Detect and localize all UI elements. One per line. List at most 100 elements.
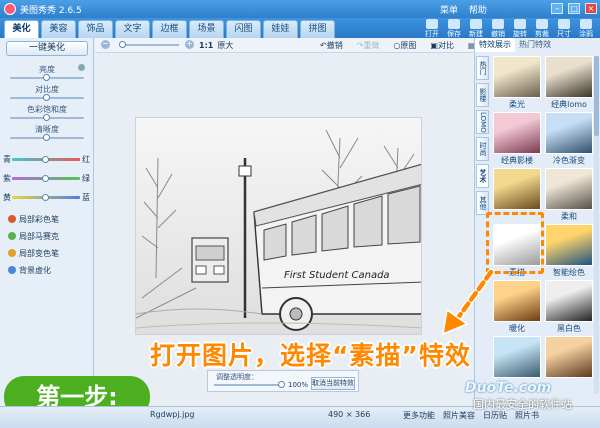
tab-scenes[interactable]: 场景	[189, 20, 224, 38]
calendar-link[interactable]: 日历贴	[483, 411, 507, 420]
category-fashion[interactable]: 时尚	[476, 137, 489, 161]
mosaic-tool[interactable]: 局部马赛克	[8, 231, 59, 242]
more-features-link[interactable]: 更多功能	[403, 411, 435, 420]
reset-icon[interactable]	[78, 64, 85, 71]
new-button[interactable]: 新建	[466, 18, 486, 38]
effect-thumbnail[interactable]	[493, 336, 541, 378]
effect-item[interactable]: 经典影楼	[493, 112, 541, 166]
zoom-out-icon[interactable]: −	[101, 40, 110, 49]
effect-thumbnail[interactable]	[545, 280, 593, 322]
effects-scrollbar[interactable]	[594, 56, 599, 394]
effect-item[interactable]: 智能绘色	[545, 224, 593, 278]
actual-size-button[interactable]: 1:1 原大	[199, 40, 233, 51]
slider-knob[interactable]	[278, 381, 285, 388]
effect-thumbnail[interactable]	[493, 280, 541, 322]
tab-flash[interactable]: 闪图	[226, 20, 261, 38]
help-link[interactable]: 帮助	[469, 6, 487, 16]
opacity-value: 100%	[288, 381, 309, 389]
effect-item[interactable]	[545, 336, 593, 390]
slider-knob[interactable]	[43, 134, 50, 141]
zoom-in-icon[interactable]: +	[185, 40, 194, 49]
yellow-blue-slider[interactable]	[12, 194, 80, 201]
slider-knob[interactable]	[43, 114, 50, 121]
tab-beautify[interactable]: 美化	[4, 20, 39, 38]
resize-button[interactable]: 尺寸	[554, 18, 574, 38]
title-bar: 美图秀秀 2.6.5 菜单 帮助 – □ ×	[0, 0, 600, 18]
photo-book-link[interactable]: 照片书	[515, 411, 539, 420]
color-pen-tool[interactable]: 局部彩色笔	[8, 214, 59, 225]
category-art[interactable]: 艺术	[476, 164, 489, 188]
redo-link[interactable]: ↷重做	[357, 41, 387, 50]
opacity-slider[interactable]	[214, 381, 285, 388]
slider-knob[interactable]	[43, 94, 50, 101]
undo-button[interactable]: 撤销	[488, 18, 508, 38]
effect-thumbnail[interactable]	[545, 168, 593, 210]
photo-beauty-link[interactable]: 照片美容	[443, 411, 475, 420]
tab-hot-effects[interactable]: 热门特效	[515, 38, 555, 52]
menu-link[interactable]: 菜单	[440, 6, 458, 16]
slider-knob[interactable]	[119, 41, 126, 48]
original-image-link[interactable]: ○原图	[393, 41, 423, 50]
color-pen-icon	[8, 215, 16, 223]
brush-icon	[580, 19, 592, 29]
effect-item[interactable]: 柔光	[493, 56, 541, 110]
tab-beauty[interactable]: 美容	[41, 20, 76, 38]
compare-link[interactable]: ▣对比	[430, 41, 461, 50]
effect-thumbnail[interactable]	[493, 56, 541, 98]
effect-item[interactable]: 柔和	[545, 168, 593, 222]
background-blur-tool[interactable]: 背景虚化	[8, 265, 51, 276]
effect-thumbnail[interactable]	[545, 224, 593, 266]
category-lomo[interactable]: LOMO	[476, 110, 489, 134]
cancel-effect-button[interactable]: 取消当前特效	[311, 377, 355, 390]
effect-label: 经典lomo	[551, 100, 587, 109]
effect-item[interactable]: 暖化	[493, 280, 541, 334]
tab-frames[interactable]: 边框	[152, 20, 187, 38]
effect-category-tabs: 热门 影楼 LOMO 时尚 艺术 其他	[476, 56, 490, 218]
undo-link[interactable]: ↶撤销	[320, 41, 350, 50]
opacity-panel: 调整透明度： 100% 取消当前特效	[207, 370, 359, 392]
purple-green-slider[interactable]	[12, 175, 80, 182]
crop-button[interactable]: 剪裁	[532, 18, 552, 38]
slider-knob[interactable]	[43, 74, 50, 81]
auto-beautify-button[interactable]: 一键美化	[6, 41, 88, 56]
effect-thumbnail[interactable]	[493, 168, 541, 210]
effect-thumbnail[interactable]	[545, 56, 593, 98]
scrollbar-thumb[interactable]	[594, 56, 599, 136]
tab-accessories[interactable]: 饰品	[78, 20, 113, 38]
effect-thumbnail[interactable]	[545, 336, 593, 378]
cyan-red-slider[interactable]	[12, 156, 80, 163]
effect-thumbnail[interactable]	[545, 112, 593, 154]
contrast-slider[interactable]	[10, 94, 84, 101]
slider-knob[interactable]	[42, 194, 49, 201]
sharpness-slider[interactable]	[10, 134, 84, 141]
effect-item[interactable]: 经典lomo	[545, 56, 593, 110]
watermark-logo: DuoTe.com	[465, 380, 552, 396]
category-studio[interactable]: 影楼	[476, 83, 489, 107]
adjust-panel: 一键美化 亮度 对比度 色彩饱和度 清晰度 青 红 紫 绿 黄 蓝 局部彩色笔 …	[0, 38, 94, 406]
zoom-slider[interactable]	[119, 41, 179, 48]
open-button[interactable]: 打开	[422, 18, 442, 38]
saturation-slider[interactable]	[10, 114, 84, 121]
effect-item[interactable]: 冷色渐变	[545, 112, 593, 166]
tab-text[interactable]: 文字	[115, 20, 150, 38]
close-icon[interactable]: ×	[585, 3, 597, 14]
effect-label: 经典影楼	[501, 156, 533, 165]
recolor-pen-tool[interactable]: 局部变色笔	[8, 248, 59, 259]
effect-item[interactable]: 黑白色	[545, 280, 593, 334]
tab-effects-showcase[interactable]: 特效展示	[475, 38, 515, 52]
doodle-button[interactable]: 涂鸦	[576, 18, 596, 38]
tab-dolls[interactable]: 娃娃	[263, 20, 298, 38]
maximize-icon[interactable]: □	[568, 3, 581, 14]
folder-icon	[426, 19, 438, 29]
slider-knob[interactable]	[42, 156, 49, 163]
tab-collage[interactable]: 拼图	[300, 20, 335, 38]
slider-knob[interactable]	[42, 175, 49, 182]
resize-icon	[558, 19, 570, 29]
photo-sketch-effect: First Student Canada	[135, 117, 422, 335]
minimize-icon[interactable]: –	[551, 3, 564, 14]
category-hot[interactable]: 热门	[476, 56, 489, 80]
save-button[interactable]: 保存	[444, 18, 464, 38]
brightness-slider[interactable]	[10, 74, 84, 81]
rotate-button[interactable]: 旋转	[510, 18, 530, 38]
effect-thumbnail[interactable]	[493, 112, 541, 154]
